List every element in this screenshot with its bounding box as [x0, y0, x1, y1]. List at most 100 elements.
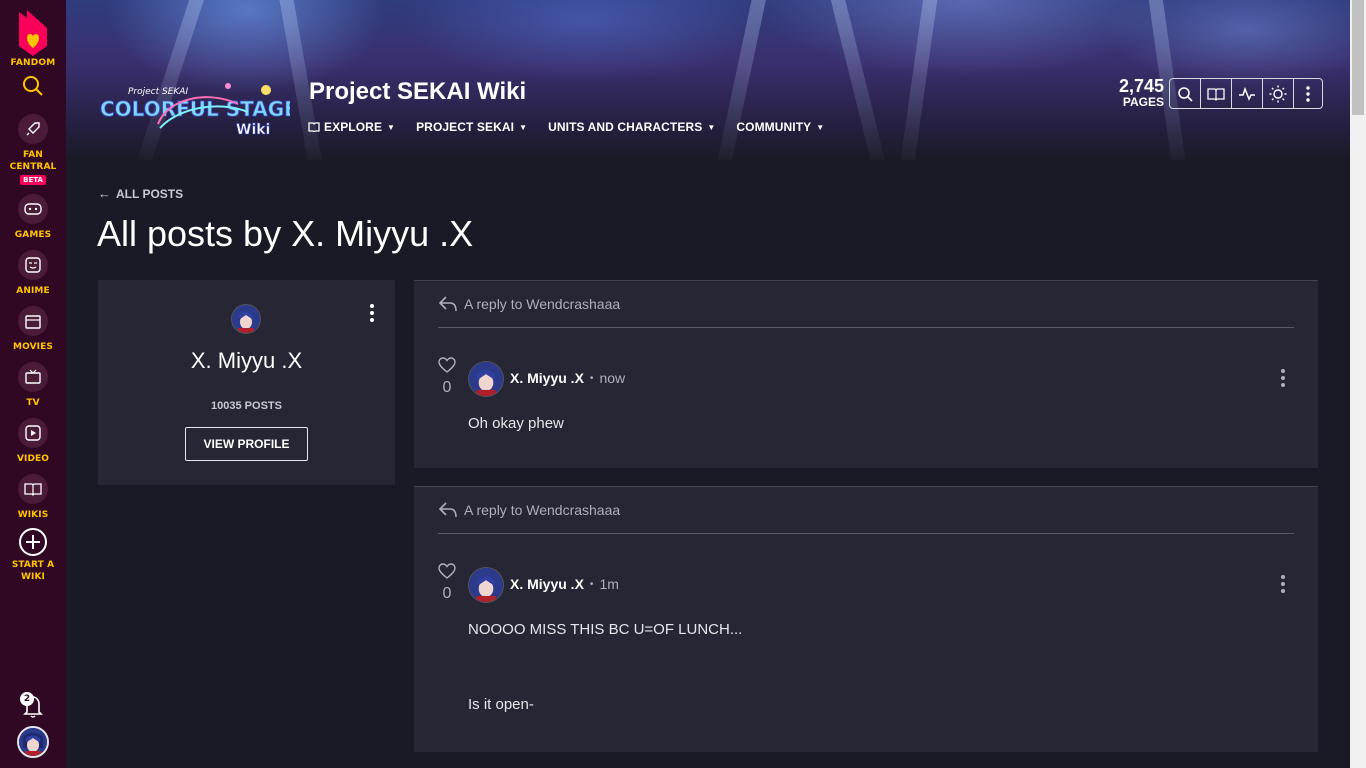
avatar[interactable] — [231, 304, 261, 334]
reply-arrow-icon — [438, 296, 457, 312]
post-options-button[interactable] — [1281, 575, 1285, 597]
rail-item-fan-central[interactable]: FAN CENTRAL BETA — [7, 114, 59, 185]
chevron-down-icon: ▼ — [816, 122, 825, 132]
rail-item-wikis[interactable]: WIKIS — [18, 474, 49, 521]
fandom-global-nav: FANDOM FAN CENTRAL BETA GAMES ANIME MOVI… — [0, 0, 66, 768]
avatar-image — [469, 362, 503, 396]
video-play-icon — [18, 418, 48, 448]
notification-count-badge: 2 — [20, 692, 34, 706]
nav-label: EXPLORE — [324, 120, 383, 134]
nav-community[interactable]: COMMUNITY ▼ — [736, 120, 824, 134]
post-text: Is it open- — [468, 696, 534, 713]
sun-icon — [1269, 85, 1287, 102]
fandom-flame-icon — [18, 10, 47, 56]
beta-badge: BETA — [20, 175, 46, 185]
kebab-menu-icon — [370, 304, 374, 322]
heart-icon[interactable] — [438, 357, 456, 373]
reply-to-link[interactable]: A reply to Wendcrashaaa — [438, 295, 620, 313]
post-options-button[interactable] — [1281, 369, 1285, 391]
gamepad-icon — [17, 194, 48, 224]
chevron-down-icon: ▼ — [707, 122, 716, 132]
rail-item-tv[interactable]: TV — [18, 362, 48, 409]
user-profile-card: X. Miyyu .X 10035 POSTS VIEW PROFILE — [98, 280, 395, 485]
search-icon — [1178, 86, 1193, 102]
post-author[interactable]: X. Miyyu .X — [510, 576, 584, 592]
page-title: All posts by X. Miyyu .X — [97, 213, 474, 254]
all-posts-back-link[interactable]: ← ALL POSTS — [98, 186, 183, 201]
page-count-number: 2,745 — [1118, 76, 1164, 96]
more-tools-button[interactable] — [1294, 79, 1322, 108]
wiki-logo[interactable]: Project SEKAI COLORFUL STAGE! Wiki — [98, 78, 307, 140]
nav-label: COMMUNITY — [736, 120, 812, 134]
rail-item-anime[interactable]: ANIME — [16, 250, 50, 297]
user-avatar[interactable] — [17, 726, 49, 758]
logo-line-1: Project SEKAI — [128, 87, 188, 97]
avatar-image — [232, 305, 260, 333]
nav-units-and-characters[interactable]: UNITS AND CHARACTERS ▼ — [548, 120, 715, 134]
separator-dot: • — [589, 372, 594, 384]
post-author[interactable]: X. Miyyu .X — [510, 370, 584, 386]
back-link-label: ALL POSTS — [116, 186, 184, 201]
post-text: Oh okay phew — [468, 415, 564, 432]
profile-post-count: 10035 POSTS — [211, 400, 282, 412]
wiki-tools — [1169, 78, 1323, 109]
fandom-logo[interactable]: FANDOM — [11, 8, 56, 68]
avatar-image — [469, 568, 503, 602]
chevron-down-icon: ▼ — [387, 122, 396, 132]
wiki-nav: EXPLORE ▼ PROJECT SEKAI ▼ UNITS AND CHAR… — [308, 120, 845, 134]
scrollbar-thumb[interactable] — [1352, 0, 1364, 115]
kebab-menu-icon — [1306, 85, 1310, 102]
heart-icon[interactable] — [438, 563, 456, 579]
wiki-header: Project SEKAI COLORFUL STAGE! Wiki Proje… — [66, 0, 1350, 160]
rail-item-video[interactable]: VIDEO — [17, 418, 49, 465]
random-page-button[interactable] — [1201, 79, 1232, 108]
rail-item-label: WIKIS — [17, 510, 49, 520]
reply-to-link[interactable]: A reply to Wendcrashaaa — [438, 501, 620, 519]
nav-label: PROJECT SEKAI — [416, 120, 515, 134]
recent-changes-button[interactable] — [1232, 79, 1263, 108]
explore-icon — [308, 122, 320, 132]
rail-item-start-a-wiki[interactable]: START A WIKI — [10, 527, 56, 583]
rail-item-games[interactable]: GAMES — [15, 194, 51, 241]
arrow-left-icon: ← — [98, 186, 111, 201]
avatar[interactable] — [468, 361, 504, 397]
global-search-button[interactable] — [21, 74, 45, 102]
logo-line-3: Wiki — [236, 122, 270, 138]
nav-label: UNITS AND CHARACTERS — [548, 120, 703, 134]
nav-explore[interactable]: EXPLORE ▼ — [308, 120, 395, 134]
post-body: Oh okay phew — [468, 415, 564, 432]
avatar[interactable] — [468, 567, 504, 603]
view-profile-button[interactable]: VIEW PROFILE — [185, 427, 308, 461]
reply-to-label: A reply to Wendcrashaaa — [464, 502, 621, 518]
book-icon — [1207, 87, 1225, 101]
profile-options-button[interactable] — [370, 304, 374, 326]
post-timestamp[interactable]: 1m — [599, 576, 618, 592]
notifications-button[interactable]: 2 — [18, 692, 48, 720]
like-control: 0 — [438, 563, 456, 603]
page-count-label: PAGES — [1122, 95, 1164, 109]
post-meta: X. Miyyu .X • 1m — [510, 576, 619, 592]
rail-item-label: VIDEO — [16, 454, 50, 464]
post-card: A reply to Wendcrashaaa 0 X. Miyyu .X • … — [414, 280, 1318, 468]
nav-project-sekai[interactable]: PROJECT SEKAI ▼ — [416, 120, 527, 134]
search-button[interactable] — [1170, 79, 1201, 108]
kebab-menu-icon — [1281, 369, 1285, 387]
like-count: 0 — [442, 379, 452, 396]
divider — [438, 327, 1294, 328]
plus-circle-icon — [19, 528, 47, 556]
profile-username: X. Miyyu .X — [190, 348, 303, 373]
wiki-title[interactable]: Project SEKAI Wiki — [309, 78, 526, 106]
rail-item-movies[interactable]: MOVIES — [13, 306, 53, 353]
book-icon — [18, 474, 48, 504]
colorful-stage-logo: Project SEKAI COLORFUL STAGE! Wiki — [100, 83, 307, 138]
fandom-label: FANDOM — [10, 58, 56, 68]
post-timestamp[interactable]: now — [599, 370, 625, 386]
divider — [438, 533, 1294, 534]
reply-arrow-icon — [438, 502, 457, 518]
reply-to-label: A reply to Wendcrashaaa — [464, 296, 621, 312]
theme-toggle-button[interactable] — [1263, 79, 1294, 108]
post-body: NOOOO MISS THIS BC U=OF LUNCH... Is it o… — [468, 621, 742, 713]
avatar-image — [19, 728, 47, 756]
page-scrollbar[interactable] — [1350, 0, 1366, 768]
rail-item-label: MOVIES — [13, 342, 53, 352]
